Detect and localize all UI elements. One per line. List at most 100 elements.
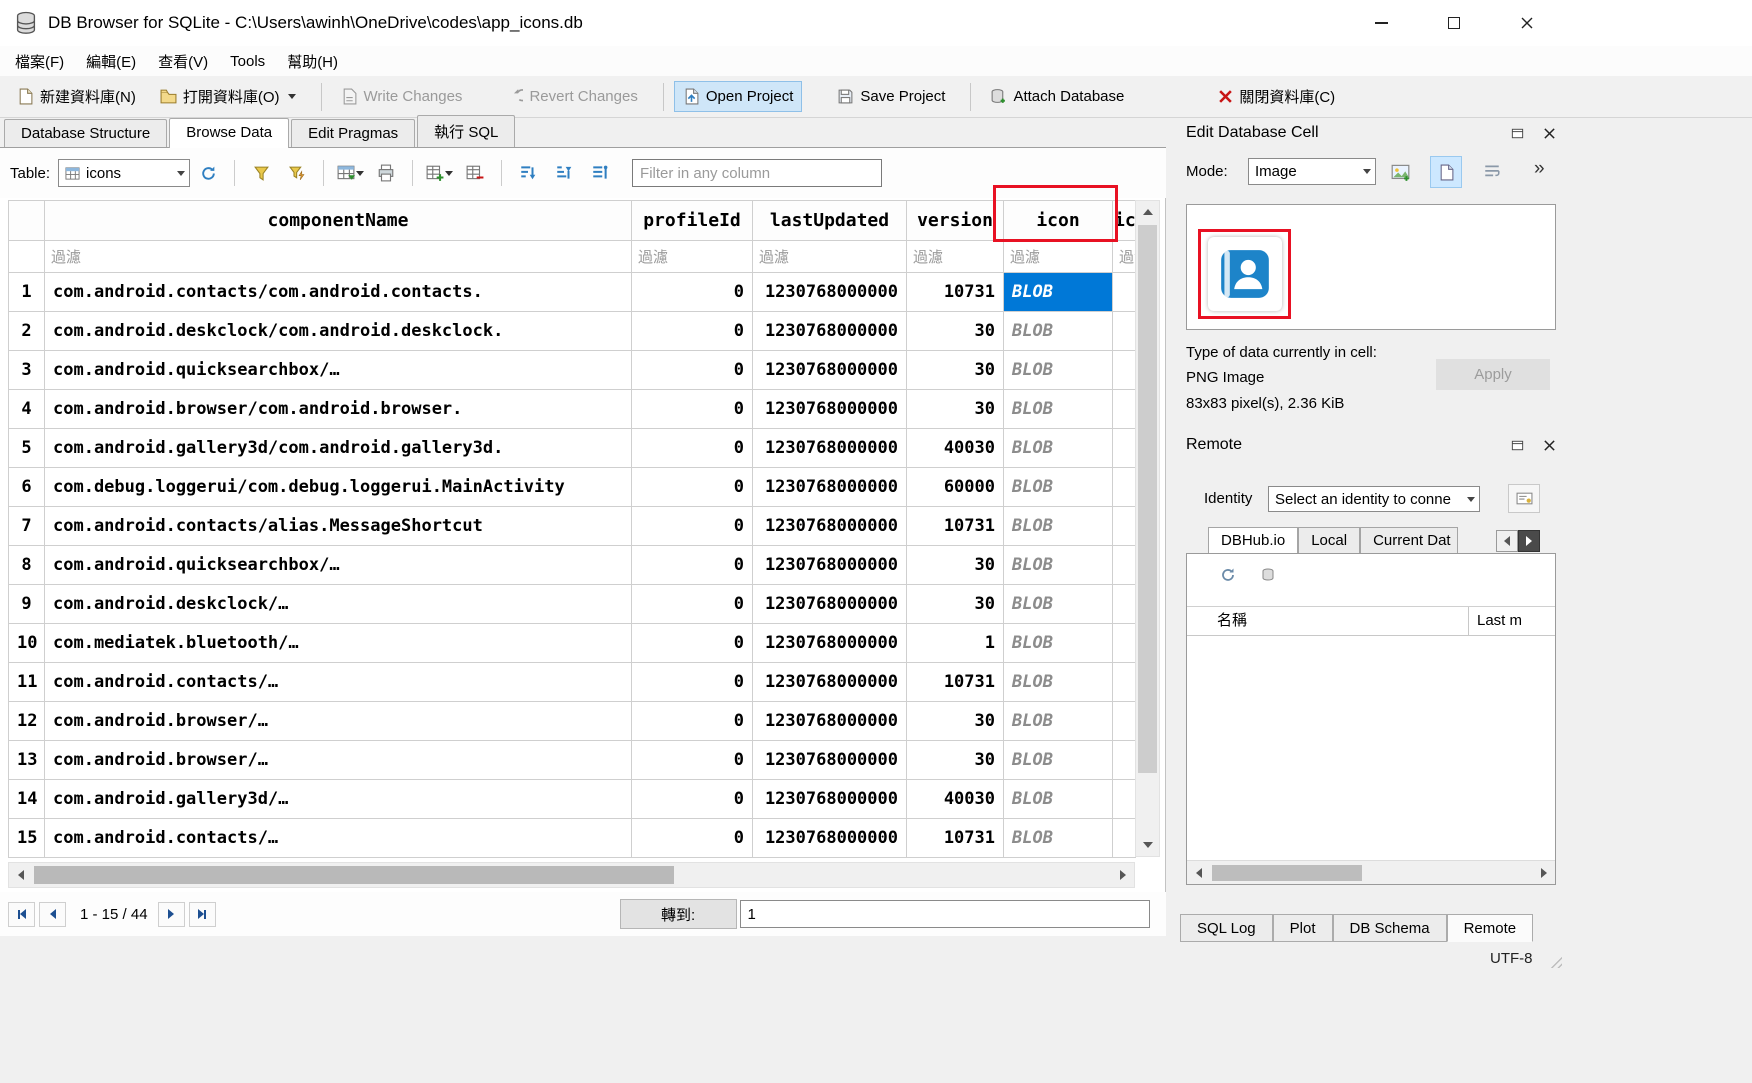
editcell-float-button[interactable] xyxy=(1506,122,1528,144)
cell-version[interactable]: 1 xyxy=(907,624,1004,663)
delete-record-button[interactable] xyxy=(460,158,490,188)
maximize-button[interactable] xyxy=(1431,0,1477,46)
menu-file[interactable]: 檔案(F) xyxy=(4,46,75,77)
identity-selector[interactable]: Select an identity to conne xyxy=(1268,486,1480,512)
cell-version[interactable]: 60000 xyxy=(907,468,1004,507)
menu-edit[interactable]: 編輯(E) xyxy=(75,46,147,77)
vertical-scrollbar-thumb[interactable] xyxy=(1138,225,1157,773)
next-record-button[interactable] xyxy=(158,902,185,927)
cell-componentName[interactable]: com.android.gallery3d/com.android.galler… xyxy=(45,429,632,468)
cell-profileId[interactable]: 0 xyxy=(632,507,753,546)
remote-clone-button[interactable] xyxy=(1257,564,1279,586)
close-database-button[interactable]: 關閉資料庫(C) xyxy=(1209,79,1344,114)
import-certificate-button[interactable] xyxy=(1508,484,1540,513)
scroll-left-button[interactable] xyxy=(9,864,32,886)
cell-profileId[interactable]: 0 xyxy=(632,780,753,819)
scroll-right-button[interactable] xyxy=(1111,864,1134,886)
filter-cell-version[interactable]: 過濾 xyxy=(907,241,1004,273)
cell-extra[interactable] xyxy=(1113,741,1136,780)
print-button[interactable] xyxy=(371,158,401,188)
first-record-button[interactable] xyxy=(8,902,35,927)
tab-scroll-left-button[interactable] xyxy=(1496,530,1518,552)
filter-cell-icon[interactable]: 過濾 xyxy=(1004,241,1113,273)
grid-corner[interactable] xyxy=(9,201,45,241)
cell-version[interactable]: 10731 xyxy=(907,819,1004,858)
cell-extra[interactable] xyxy=(1113,780,1136,819)
row-number[interactable]: 3 xyxy=(9,351,45,390)
cell-icon-blob[interactable]: BLOB xyxy=(1004,468,1113,507)
goto-button[interactable]: 轉到: xyxy=(620,899,737,929)
remote-horizontal-scrollbar[interactable] xyxy=(1187,860,1555,884)
filter-input[interactable] xyxy=(632,159,882,187)
scroll-up-button[interactable] xyxy=(1136,201,1159,223)
tab-browse-data[interactable]: Browse Data xyxy=(169,118,289,148)
cell-lastUpdated[interactable]: 1230768000000 xyxy=(753,507,907,546)
scroll-down-button[interactable] xyxy=(1136,834,1159,856)
insert-record-button[interactable] xyxy=(424,158,454,188)
dock-tab-sql-log[interactable]: SQL Log xyxy=(1180,914,1273,942)
filter-cell-extra[interactable]: 過濾 xyxy=(1113,241,1136,273)
cell-icon-blob[interactable]: BLOB xyxy=(1004,429,1113,468)
cell-icon-blob[interactable]: BLOB xyxy=(1004,702,1113,741)
sort-desc-button[interactable] xyxy=(549,158,579,188)
row-number[interactable]: 2 xyxy=(9,312,45,351)
remote-tab-current-database[interactable]: Current Dat xyxy=(1360,527,1458,553)
text-view-button[interactable] xyxy=(1430,156,1462,188)
cell-profileId[interactable]: 0 xyxy=(632,351,753,390)
attach-database-button[interactable]: Attach Database xyxy=(981,81,1133,112)
goto-record-input[interactable] xyxy=(740,900,1150,928)
cell-extra[interactable] xyxy=(1113,429,1136,468)
row-number[interactable]: 5 xyxy=(9,429,45,468)
dock-tab-remote[interactable]: Remote xyxy=(1447,914,1534,942)
chevron-down-icon[interactable] xyxy=(288,94,296,99)
cell-componentName[interactable]: com.android.browser/com.android.browser. xyxy=(45,390,632,429)
cell-icon-blob[interactable]: BLOB xyxy=(1004,585,1113,624)
cell-profileId[interactable]: 0 xyxy=(632,429,753,468)
cell-lastUpdated[interactable]: 1230768000000 xyxy=(753,624,907,663)
cell-version[interactable]: 30 xyxy=(907,312,1004,351)
scroll-left-button[interactable] xyxy=(1187,862,1210,884)
cell-extra[interactable] xyxy=(1113,624,1136,663)
cell-extra[interactable] xyxy=(1113,702,1136,741)
row-number[interactable]: 4 xyxy=(9,390,45,429)
cell-profileId[interactable]: 0 xyxy=(632,585,753,624)
refresh-button[interactable] xyxy=(193,158,223,188)
cell-icon-blob[interactable]: BLOB xyxy=(1004,390,1113,429)
table-selector[interactable]: icons xyxy=(58,159,190,187)
remote-float-button[interactable] xyxy=(1506,434,1528,456)
row-number[interactable]: 7 xyxy=(9,507,45,546)
cell-version[interactable]: 10731 xyxy=(907,507,1004,546)
remote-tab-local[interactable]: Local xyxy=(1298,527,1360,553)
cell-profileId[interactable]: 0 xyxy=(632,546,753,585)
revert-changes-button[interactable]: Revert Changes xyxy=(497,81,646,112)
cell-icon-blob[interactable]: BLOB xyxy=(1004,351,1113,390)
cell-icon-blob[interactable]: BLOB xyxy=(1004,624,1113,663)
tab-edit-pragmas[interactable]: Edit Pragmas xyxy=(291,119,415,147)
cell-icon-blob[interactable]: BLOB xyxy=(1004,780,1113,819)
open-database-button[interactable]: 打開資料庫(O) xyxy=(151,79,305,114)
cell-lastUpdated[interactable]: 1230768000000 xyxy=(753,702,907,741)
cell-extra[interactable] xyxy=(1113,468,1136,507)
row-number[interactable]: 9 xyxy=(9,585,45,624)
new-database-button[interactable]: 新建資料庫(N) xyxy=(8,79,145,114)
cell-lastUpdated[interactable]: 1230768000000 xyxy=(753,780,907,819)
cell-extra[interactable] xyxy=(1113,507,1136,546)
scroll-right-button[interactable] xyxy=(1532,862,1555,884)
cell-icon-blob[interactable]: BLOB xyxy=(1004,546,1113,585)
row-number[interactable]: 14 xyxy=(9,780,45,819)
filter-cell-profileId[interactable]: 過濾 xyxy=(632,241,753,273)
cell-version[interactable]: 40030 xyxy=(907,429,1004,468)
cell-profileId[interactable]: 0 xyxy=(632,312,753,351)
cell-lastUpdated[interactable]: 1230768000000 xyxy=(753,429,907,468)
cell-componentName[interactable]: com.android.quicksearchbox/… xyxy=(45,546,632,585)
word-wrap-button[interactable] xyxy=(1476,156,1508,188)
cell-lastUpdated[interactable]: 1230768000000 xyxy=(753,663,907,702)
cell-profileId[interactable]: 0 xyxy=(632,390,753,429)
cell-lastUpdated[interactable]: 1230768000000 xyxy=(753,741,907,780)
cell-componentName[interactable]: com.debug.loggerui/com.debug.loggerui.Ma… xyxy=(45,468,632,507)
cell-lastUpdated[interactable]: 1230768000000 xyxy=(753,585,907,624)
filter-cell-lastUpdated[interactable]: 過濾 xyxy=(753,241,907,273)
last-record-button[interactable] xyxy=(189,902,216,927)
cell-version[interactable]: 30 xyxy=(907,351,1004,390)
open-project-button[interactable]: Open Project xyxy=(674,81,803,112)
